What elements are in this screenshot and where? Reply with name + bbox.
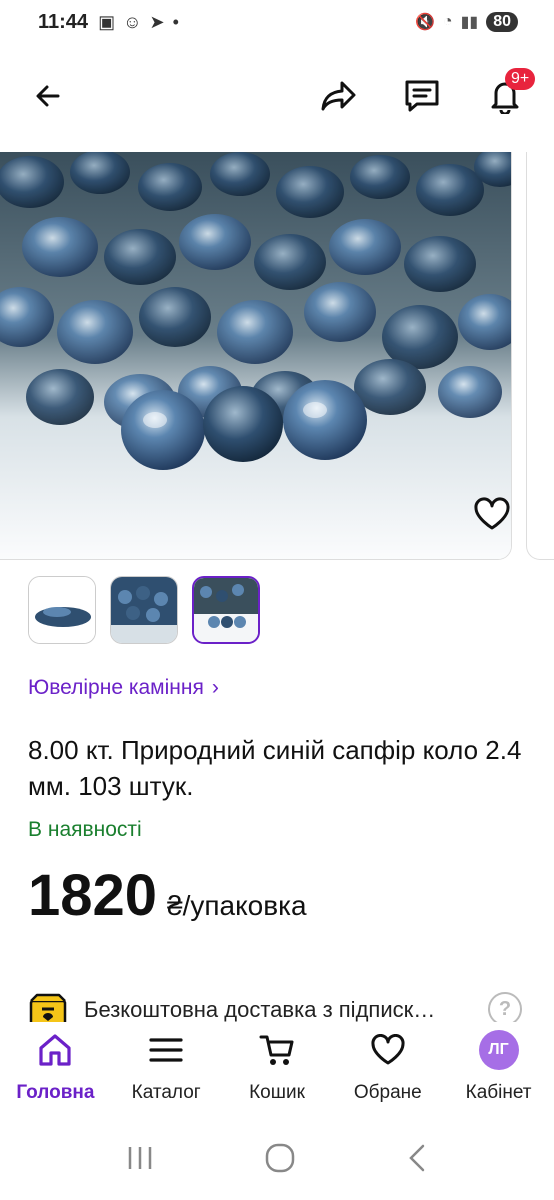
thumbnail-image bbox=[29, 577, 95, 643]
add-to-favorites-button[interactable] bbox=[470, 492, 511, 536]
notifications-button[interactable]: 9+ bbox=[483, 68, 536, 118]
product-image[interactable] bbox=[0, 152, 512, 560]
cart-icon bbox=[259, 1032, 295, 1068]
thumbnail-2[interactable] bbox=[110, 576, 178, 644]
thumbnail-strip bbox=[28, 576, 260, 644]
thumbnail-image bbox=[111, 577, 177, 643]
telegram-icon: ➤ bbox=[149, 11, 165, 32]
nav-catalog-label: Каталог bbox=[131, 1082, 201, 1103]
mute-icon: 🔇 bbox=[415, 14, 435, 31]
category-link[interactable]: Ювелірне каміння › bbox=[28, 676, 219, 700]
nav-cart-label: Кошик bbox=[249, 1082, 305, 1103]
home-icon bbox=[37, 1032, 73, 1068]
signal-icon: ▮▮ bbox=[460, 14, 479, 31]
category-label: Ювелірне каміння bbox=[28, 676, 204, 699]
status-notification-icons: ▣ ☺ ➤ • bbox=[98, 12, 179, 33]
top-app-bar: 9+ bbox=[0, 60, 554, 132]
screenshot-icon: ▣ bbox=[98, 11, 116, 32]
thumbnail-1[interactable] bbox=[28, 576, 96, 644]
product-gallery[interactable] bbox=[0, 152, 554, 562]
heart-icon bbox=[370, 1032, 406, 1068]
nav-cart[interactable]: Кошик bbox=[222, 1022, 333, 1122]
nav-home-label: Головна bbox=[16, 1082, 95, 1103]
battery-indicator: 80 bbox=[486, 12, 518, 32]
avatar: ЛГ bbox=[478, 1030, 519, 1070]
delivery-text: Безкоштовна доставка з підписк… bbox=[84, 997, 436, 1022]
status-bar: 11:44 ▣ ☺ ➤ • 🔇 ◔ ▮▮ 80 bbox=[0, 0, 554, 44]
recent-apps-button[interactable] bbox=[125, 1144, 155, 1177]
thumbnail-3-selected[interactable] bbox=[192, 576, 260, 644]
system-navigation-bar bbox=[0, 1130, 554, 1190]
emoji-icon: ☺ bbox=[123, 11, 142, 32]
thumbnail-image bbox=[194, 578, 258, 642]
nav-home[interactable]: Головна bbox=[0, 1022, 111, 1122]
nav-catalog[interactable]: Каталог bbox=[111, 1022, 222, 1122]
price-unit: ₴/упаковка bbox=[167, 890, 307, 921]
chevron-left-icon bbox=[409, 1144, 425, 1171]
price-amount: 1820 bbox=[28, 863, 158, 928]
bottom-navigation: Головна Каталог Кошик Обране ЛГ Кабінет bbox=[0, 1022, 554, 1122]
heart-outline-icon bbox=[474, 497, 510, 530]
arrow-left-icon bbox=[36, 85, 60, 107]
back-button[interactable] bbox=[26, 74, 70, 118]
sapphire-photo bbox=[0, 152, 511, 559]
home-system-button[interactable] bbox=[264, 1142, 296, 1179]
availability-status: В наявності bbox=[28, 818, 142, 841]
nav-account[interactable]: ЛГ Кабінет bbox=[443, 1022, 554, 1122]
chat-button[interactable] bbox=[400, 74, 444, 118]
back-system-button[interactable] bbox=[405, 1143, 429, 1178]
recent-apps-icon bbox=[128, 1146, 151, 1169]
product-title: 8.00 кт. Природний синій сапфір коло 2.4… bbox=[28, 735, 522, 801]
product-price: 1820 ₴/упаковка bbox=[28, 862, 307, 929]
help-icon[interactable]: ? bbox=[488, 992, 522, 1026]
wifi-icon: ◔ bbox=[442, 13, 453, 30]
status-time: 11:44 bbox=[38, 10, 89, 33]
message-icon bbox=[405, 80, 439, 112]
nav-favorites-label: Обране bbox=[353, 1082, 422, 1103]
menu-icon bbox=[149, 1032, 183, 1068]
share-arrow-icon bbox=[321, 81, 356, 111]
chevron-right-icon: › bbox=[211, 676, 219, 699]
share-button[interactable] bbox=[317, 74, 361, 118]
notification-badge: 9+ bbox=[505, 68, 536, 90]
nav-account-label: Кабінет bbox=[465, 1082, 532, 1103]
nav-favorites[interactable]: Обране bbox=[332, 1022, 443, 1122]
next-image-peek[interactable] bbox=[526, 152, 554, 560]
home-circle-icon bbox=[265, 1143, 295, 1172]
dot-icon: • bbox=[172, 11, 179, 32]
